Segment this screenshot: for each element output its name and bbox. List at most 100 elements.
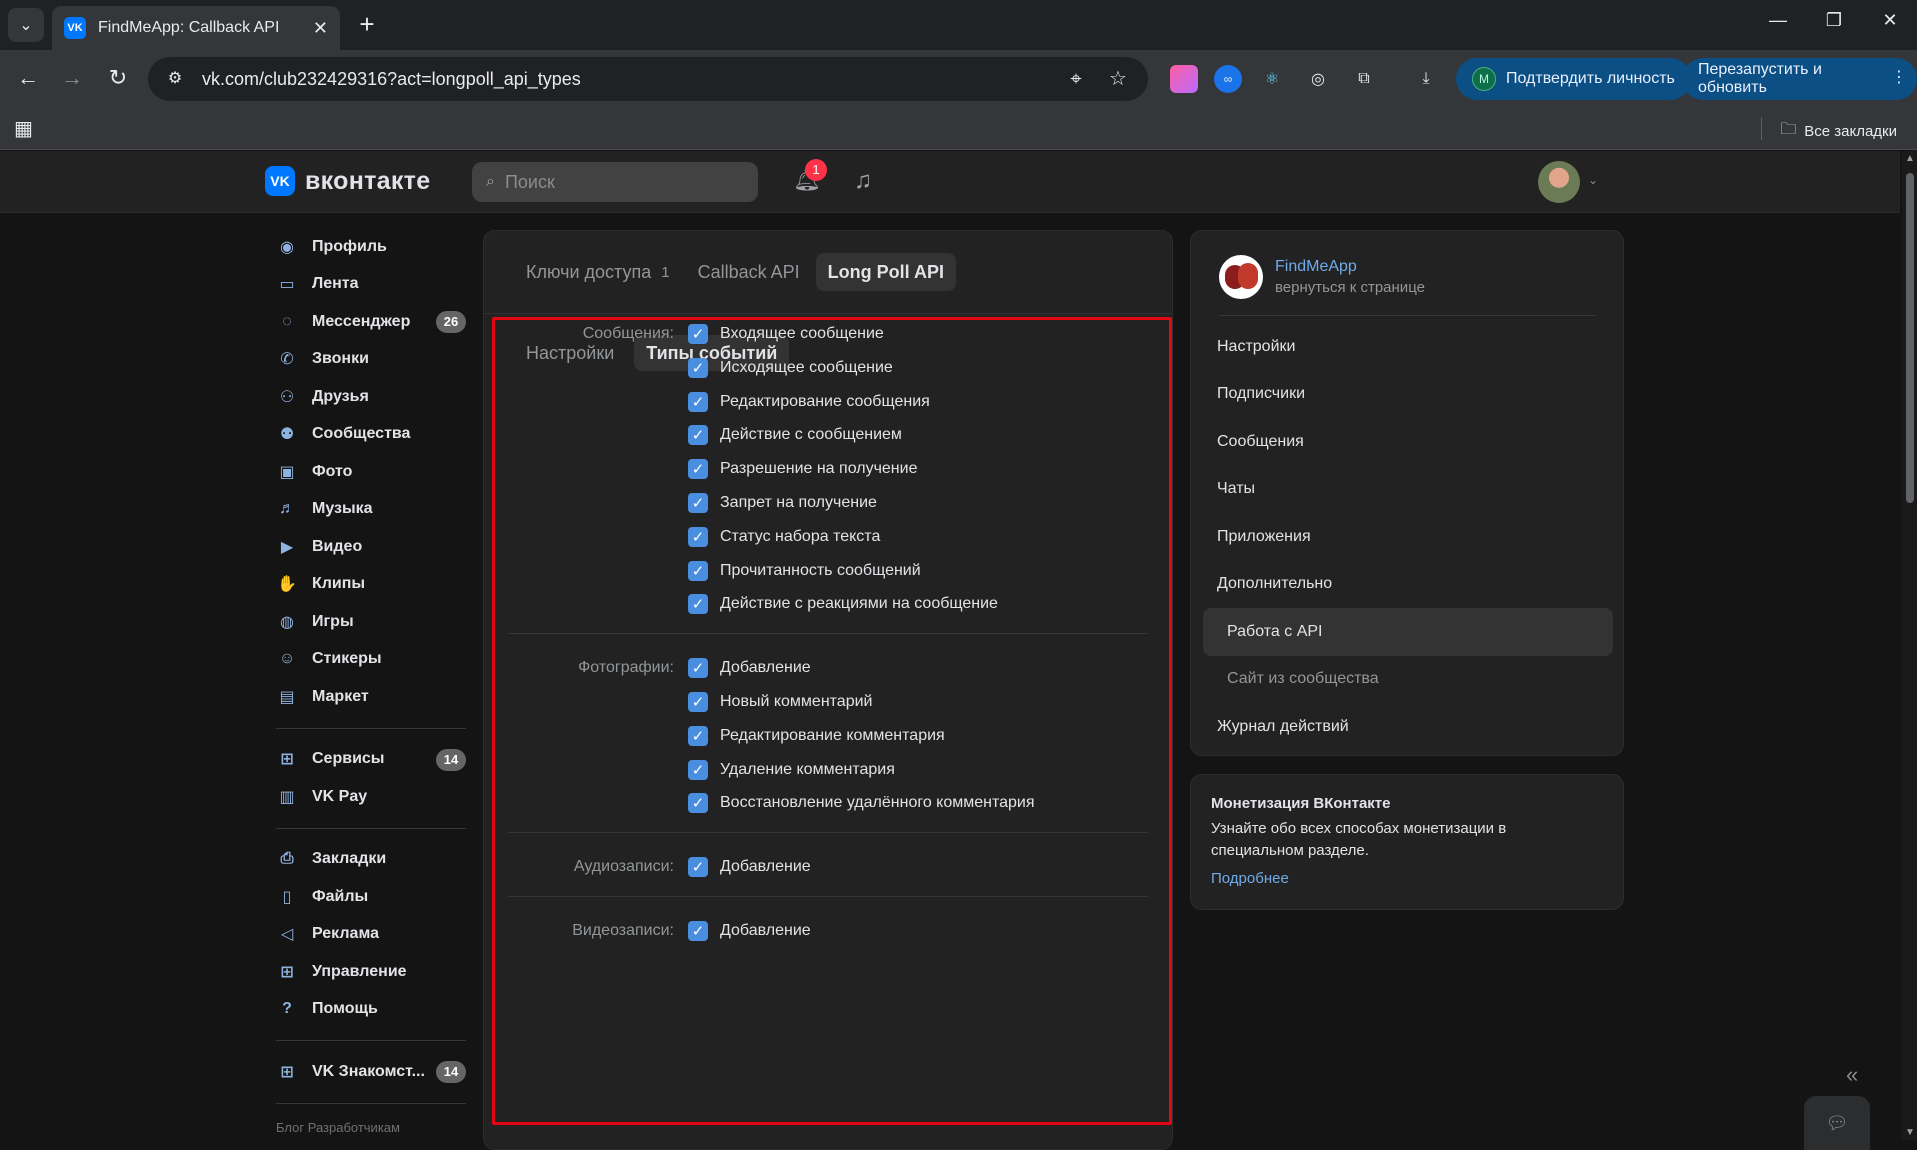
event-checkbox-row[interactable]: ✓ Входящее сообщение	[688, 321, 884, 347]
verify-identity-button[interactable]: M Подтвердить личность	[1456, 58, 1691, 100]
event-checkbox-row[interactable]: ✓ Запрет на получение	[688, 490, 877, 516]
site-settings-icon[interactable]: ⚙	[164, 68, 186, 90]
event-checkbox-row[interactable]: ✓ Восстановление удалённого комментария	[688, 790, 1035, 816]
monetization-more-link[interactable]: Подробнее	[1211, 870, 1603, 887]
address-bar[interactable]: ⚙ vk.com/club232429316?act=longpoll_api_…	[148, 57, 1148, 101]
checkbox-checked-icon[interactable]: ✓	[688, 526, 708, 547]
event-checkbox-row[interactable]: ✓ Добавление	[688, 655, 811, 681]
scrollbar-thumb[interactable]	[1906, 173, 1914, 503]
sidebar-item[interactable]: ♬ Музыка	[276, 491, 466, 529]
event-checkbox-row[interactable]: ✓ Добавление	[688, 854, 811, 880]
tab-long-poll-api[interactable]: Long Poll API	[815, 253, 956, 291]
sidebar-item[interactable]: ▥ VK Pay	[276, 778, 466, 816]
community-menu-item[interactable]: Приложения	[1203, 513, 1613, 561]
sidebar-item[interactable]: ▤ Маркет	[276, 678, 466, 716]
vk-search-input[interactable]: ⌕ Поиск	[472, 162, 758, 202]
browser-tab[interactable]: VK FindMeApp: Callback API ✕	[52, 6, 340, 50]
reload-icon[interactable]: ↻	[104, 65, 132, 93]
event-checkbox-row[interactable]: ✓ Разрешение на получение	[688, 456, 917, 482]
event-checkbox-row[interactable]: ✓ Исходящее сообщение	[688, 355, 893, 381]
community-menu-item[interactable]: Дополнительно	[1203, 561, 1613, 609]
checkbox-checked-icon[interactable]: ✓	[688, 725, 708, 746]
sidebar-item[interactable]: ✆ Звонки	[276, 341, 466, 379]
extension-target-icon[interactable]: ◎	[1304, 65, 1332, 93]
tab-callback-api[interactable]: Callback API	[686, 253, 812, 291]
extension-gradient-icon[interactable]	[1170, 65, 1198, 93]
back-to-page-link[interactable]: вернуться к странице	[1275, 279, 1425, 296]
user-avatar[interactable]	[1538, 161, 1580, 203]
event-checkbox-row[interactable]: ✓ Новый комментарий	[688, 689, 872, 715]
tab-search-button[interactable]: ⌄	[8, 8, 44, 42]
apps-grid-icon[interactable]: ▦	[14, 116, 33, 141]
checkbox-checked-icon[interactable]: ✓	[688, 759, 708, 780]
close-tab-icon[interactable]: ✕	[313, 18, 328, 39]
page-scrollbar[interactable]: ▲ ▼	[1902, 151, 1917, 1140]
minimize-icon[interactable]: —	[1758, 10, 1798, 40]
community-menu-item[interactable]: Настройки	[1203, 323, 1613, 371]
extension-infinity-icon[interactable]: ∞	[1214, 65, 1242, 93]
event-checkbox-row[interactable]: ✓ Статус набора текста	[688, 524, 880, 550]
community-menu-item[interactable]: Подписчики	[1203, 371, 1613, 419]
sidebar-item[interactable]: ⎙ Закладки	[276, 841, 466, 879]
sidebar-item[interactable]: ⚉ Сообщества	[276, 416, 466, 454]
url-text[interactable]: vk.com/club232429316?act=longpoll_api_ty…	[202, 69, 1048, 90]
close-window-icon[interactable]: ✕	[1870, 10, 1910, 40]
checkbox-checked-icon[interactable]: ✓	[688, 594, 708, 615]
back-arrow-icon[interactable]: ←	[14, 65, 42, 93]
sidebar-item[interactable]: ▯ Файлы	[276, 878, 466, 916]
checkbox-checked-icon[interactable]: ✓	[688, 459, 708, 480]
notifications-bell-icon[interactable]: 🔔︎ 1	[793, 159, 827, 197]
checkbox-checked-icon[interactable]: ✓	[688, 391, 708, 412]
event-checkbox-row[interactable]: ✓ Действие с сообщением	[688, 422, 902, 448]
collapse-double-chevron-icon[interactable]: «	[1846, 1062, 1858, 1088]
checkbox-checked-icon[interactable]: ✓	[688, 691, 708, 712]
sidebar-item[interactable]: ◉ Профиль	[276, 228, 466, 266]
sidebar-item[interactable]: ☺ Стикеры	[276, 641, 466, 679]
community-header[interactable]: FindMeApp вернуться к странице	[1219, 255, 1425, 299]
sidebar-item[interactable]: ? Помощь	[276, 991, 466, 1029]
community-name[interactable]: FindMeApp	[1275, 258, 1425, 276]
event-checkbox-row[interactable]: ✓ Прочитанность сообщений	[688, 558, 921, 584]
checkbox-checked-icon[interactable]: ✓	[688, 857, 708, 878]
more-vert-icon[interactable]: ⋮	[1891, 67, 1907, 87]
sidebar-item[interactable]: ⊞ Управление	[276, 953, 466, 991]
vk-logo[interactable]: VK вконтакте	[265, 166, 430, 196]
sidebar-item[interactable]: ▭ Лента	[276, 266, 466, 304]
sidebar-item[interactable]: ⊞ Сервисы 14	[276, 741, 466, 779]
community-menu-item[interactable]: Сообщения	[1203, 418, 1613, 466]
event-checkbox-row[interactable]: ✓ Действие с реакциями на сообщение	[688, 591, 998, 617]
community-menu-item[interactable]: Чаты	[1203, 466, 1613, 514]
music-note-icon[interactable]: ♫	[854, 167, 872, 195]
checkbox-checked-icon[interactable]: ✓	[688, 357, 708, 378]
sidebar-item[interactable]: ⊞ VK Знакомст... 14	[276, 1053, 466, 1091]
forward-arrow-icon[interactable]: →	[58, 65, 86, 93]
all-bookmarks-button[interactable]: 🗀 Все закладки	[1780, 118, 1897, 145]
community-menu-item[interactable]: Работа с API	[1203, 608, 1613, 656]
sidebar-item[interactable]: ◌ Мессенджер 26	[276, 303, 466, 341]
sidebar-item[interactable]: ◁ Реклама	[276, 916, 466, 954]
checkbox-checked-icon[interactable]: ✓	[688, 921, 708, 941]
sidebar-item[interactable]: ✋ Клипы	[276, 566, 466, 604]
extensions-puzzle-icon[interactable]: ⧉	[1350, 65, 1378, 93]
new-tab-button[interactable]: +	[352, 10, 382, 40]
relaunch-update-button[interactable]: Перезапустить и обновить ⋮	[1682, 58, 1917, 100]
sidebar-item[interactable]: ◍ Игры	[276, 603, 466, 641]
event-checkbox-row[interactable]: ✓ Удаление комментария	[688, 757, 895, 783]
community-menu-item[interactable]: Сайт из сообщества	[1203, 656, 1613, 704]
chevron-down-icon[interactable]: ⌄	[1588, 173, 1598, 187]
event-checkbox-row[interactable]: ✓ Добавление	[688, 918, 811, 944]
scroll-up-icon[interactable]: ▲	[1905, 153, 1915, 164]
checkbox-checked-icon[interactable]: ✓	[688, 560, 708, 581]
star-icon[interactable]: ☆	[1104, 65, 1132, 93]
checkbox-checked-icon[interactable]: ✓	[688, 493, 708, 513]
checkbox-checked-icon[interactable]: ✓	[688, 658, 708, 679]
scroll-down-icon[interactable]: ▼	[1905, 1127, 1915, 1138]
nav-footer-links[interactable]: Блог Разработчикам	[276, 1120, 466, 1135]
tab-access-keys[interactable]: Ключи доступа 1	[514, 253, 682, 291]
chat-bubble-icon[interactable]: 💬︎	[1804, 1096, 1870, 1150]
checkbox-checked-icon[interactable]: ✓	[688, 793, 708, 814]
sidebar-item[interactable]: ⚇ Друзья	[276, 378, 466, 416]
sidebar-item[interactable]: ▣ Фото	[276, 453, 466, 491]
checkbox-checked-icon[interactable]: ✓	[688, 324, 708, 344]
react-devtools-icon[interactable]: ⚛	[1258, 65, 1286, 93]
